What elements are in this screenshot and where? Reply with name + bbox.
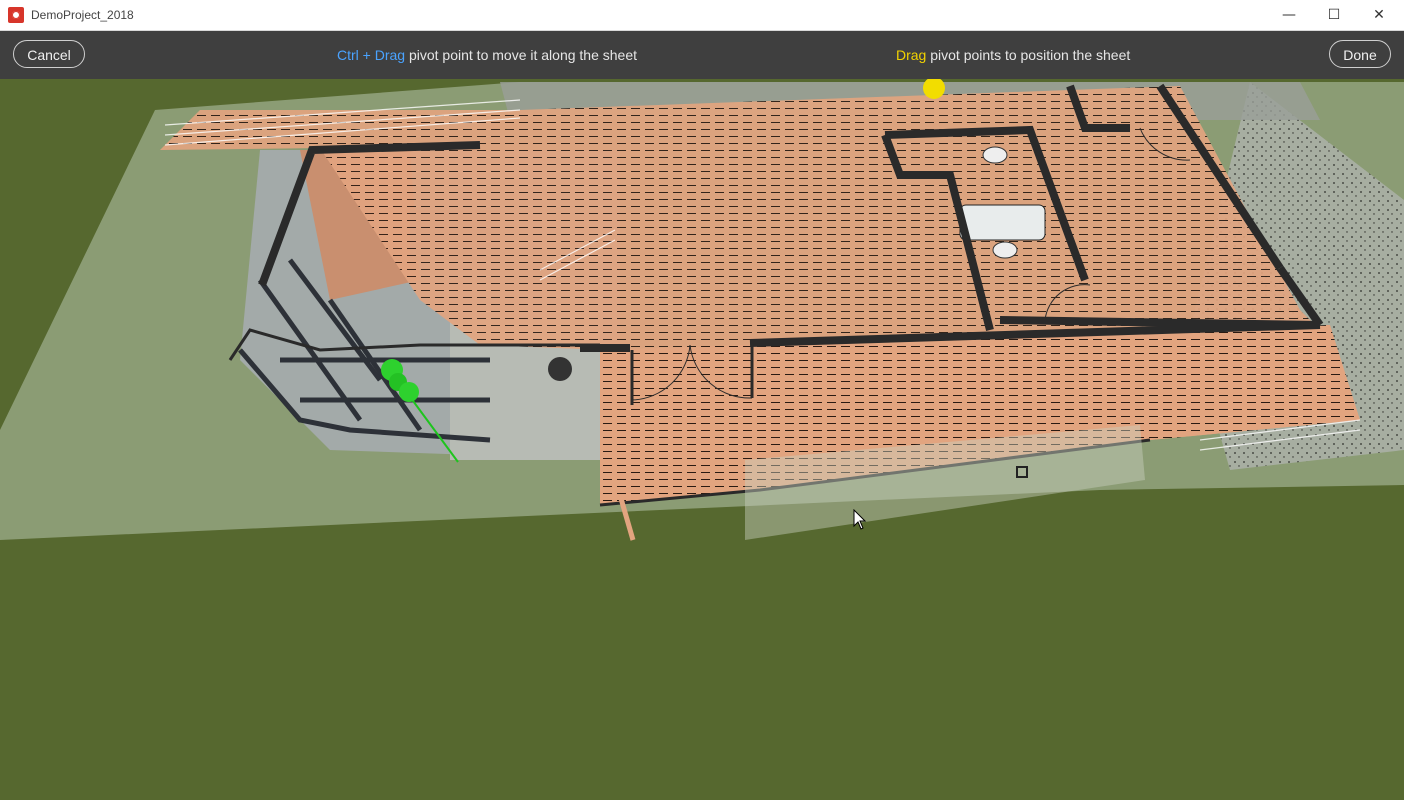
app-icon xyxy=(8,7,24,23)
hint-key-drag: Drag xyxy=(896,47,927,63)
mouse-cursor-icon xyxy=(853,509,867,530)
cancel-button[interactable]: Cancel xyxy=(13,40,85,68)
model-scene[interactable] xyxy=(0,79,1404,800)
hint-move-along-sheet: Ctrl + Drag pivot point to move it along… xyxy=(337,47,637,63)
sink xyxy=(982,146,1008,164)
hint-key-ctrl-drag: Ctrl + Drag xyxy=(337,47,406,63)
toilet xyxy=(992,241,1018,259)
done-button[interactable]: Done xyxy=(1329,40,1391,68)
hint-text-left: pivot point to move it along the sheet xyxy=(405,47,638,63)
minimize-button[interactable]: — xyxy=(1266,0,1312,31)
window-title: DemoProject_2018 xyxy=(31,8,134,22)
hint-text-right: pivot points to position the sheet xyxy=(926,47,1131,63)
sheet-positioning-toolbar: Cancel Ctrl + Drag pivot point to move i… xyxy=(0,31,1404,79)
title-bar: DemoProject_2018 — ☐ ✕ xyxy=(0,0,1404,31)
hint-position-sheet: Drag pivot points to position the sheet xyxy=(896,47,1130,63)
bathtub xyxy=(959,204,1046,241)
maximize-button[interactable]: ☐ xyxy=(1311,0,1357,31)
round-fixture-icon xyxy=(548,357,572,381)
close-button[interactable]: ✕ xyxy=(1356,0,1402,31)
3d-viewport[interactable] xyxy=(0,79,1404,800)
